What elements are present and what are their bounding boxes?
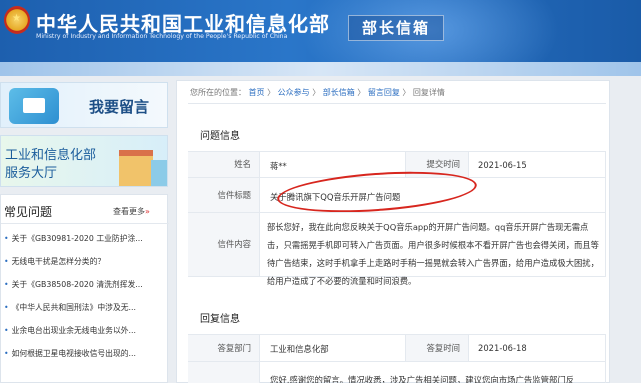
faq-item[interactable]: • 《中华人民共和国刑法》中涉及无...	[4, 302, 166, 313]
national-emblem-icon[interactable]: ★	[4, 6, 30, 34]
content-label: 信件内容	[188, 213, 260, 276]
breadcrumb-current: 回复详情	[412, 88, 445, 97]
breadcrumb-separator: 〉	[357, 88, 366, 97]
bullet-icon: •	[4, 349, 9, 358]
breadcrumb: 您所在的位置： 首页 〉 公众参与 〉 部长信箱 〉 留言回复 〉 回复详情	[190, 87, 445, 98]
faq-item[interactable]: • 关于《GB30981-2020 工业防护涂...	[4, 233, 166, 244]
message-icon	[9, 88, 59, 124]
bullet-icon: •	[4, 257, 9, 266]
bullet-icon: •	[4, 234, 9, 243]
faq-item[interactable]: • 业余电台出现业余无线电业务以外...	[4, 325, 166, 336]
breadcrumb-prefix: 您所在的位置：	[190, 88, 246, 97]
breadcrumb-mailbox[interactable]: 部长信箱	[323, 88, 355, 97]
content-value: 部长您好，我在此向您反映关于QQ音乐app的开屏广告问题。qq音乐开屏广告现无需…	[267, 222, 599, 286]
reply-section-title: 回复信息	[200, 314, 240, 325]
reply-dept-label: 答复部门	[188, 335, 260, 361]
name-value: 蒋**	[270, 161, 287, 171]
question-section-title: 问题信息	[200, 131, 240, 142]
name-label: 姓名	[188, 152, 260, 177]
reply-date-label: 答复时间	[405, 335, 469, 361]
double-chevron-icon: »	[145, 207, 150, 216]
submit-time-value: 2021-06-15	[478, 160, 527, 170]
leave-message-label: 我要留言	[89, 98, 150, 116]
breadcrumb-separator: 〉	[312, 88, 321, 97]
faq-divider	[1, 223, 169, 224]
site-subtitle: Ministry of Industry and Information Tec…	[36, 33, 288, 40]
faq-item-text: 业余电台出现业余无线电业务以外...	[11, 326, 136, 335]
header-banner: ★ 中华人民共和国工业和信息化部 Ministry of Industry an…	[0, 0, 641, 62]
reply-content-label	[188, 362, 260, 383]
faq-item[interactable]: • 如何根据卫星电视接收信号出现的...	[4, 348, 166, 359]
faq-item-text: 关于《GB38508-2020 清洗剂挥发...	[11, 280, 143, 289]
bullet-icon: •	[4, 280, 9, 289]
faq-item[interactable]: • 无线电干扰是怎样分类的？	[4, 256, 166, 267]
faq-item-text: 如何根据卫星电视接收信号出现的...	[11, 349, 136, 358]
bullet-icon: •	[4, 326, 9, 335]
nav-strip	[0, 62, 641, 76]
bullet-icon: •	[4, 303, 9, 312]
subject-label: 信件标题	[188, 178, 260, 212]
breadcrumb-replies[interactable]: 留言回复	[368, 88, 400, 97]
breadcrumb-public[interactable]: 公众参与	[278, 88, 310, 97]
breadcrumb-separator: 〉	[267, 88, 276, 97]
service-hall-line2: 服务大厅	[5, 166, 58, 181]
service-hall-card[interactable]: 工业和信息化部 服务大厅	[0, 135, 168, 187]
reply-dept-value: 工业和信息化部	[270, 344, 329, 354]
section-tag: 部长信箱	[348, 15, 444, 41]
reply-date-value: 2021-06-18	[478, 343, 527, 353]
building-icon-small	[151, 160, 167, 186]
faq-more-link[interactable]: 查看更多»	[113, 206, 150, 217]
breadcrumb-home[interactable]: 首页	[249, 88, 265, 97]
emblem-star-icon: ★	[12, 13, 21, 24]
faq-panel: 常见问题 查看更多» • 关于《GB30981-2020 工业防护涂... • 无线…	[0, 194, 169, 383]
faq-item-text: 《中华人民共和国刑法》中涉及无...	[11, 303, 136, 312]
faq-item-text: 关于《GB30981-2020 工业防护涂...	[11, 234, 143, 243]
service-hall-line1: 工业和信息化部	[5, 148, 97, 163]
faq-more-label: 查看更多	[113, 207, 145, 216]
faq-title: 常见问题	[4, 205, 53, 219]
reply-content-value: 您好,感谢您的留言。情况收悉，涉及广告相关问题，建议您向市场广告监管部门反	[270, 375, 575, 383]
faq-item[interactable]: • 关于《GB38508-2020 清洗剂挥发...	[4, 279, 166, 290]
leave-message-card[interactable]: 我要留言	[0, 82, 168, 128]
breadcrumb-separator: 〉	[402, 88, 411, 97]
building-icon	[119, 150, 153, 186]
breadcrumb-divider	[188, 103, 606, 104]
faq-item-text: 无线电干扰是怎样分类的？	[11, 257, 106, 266]
